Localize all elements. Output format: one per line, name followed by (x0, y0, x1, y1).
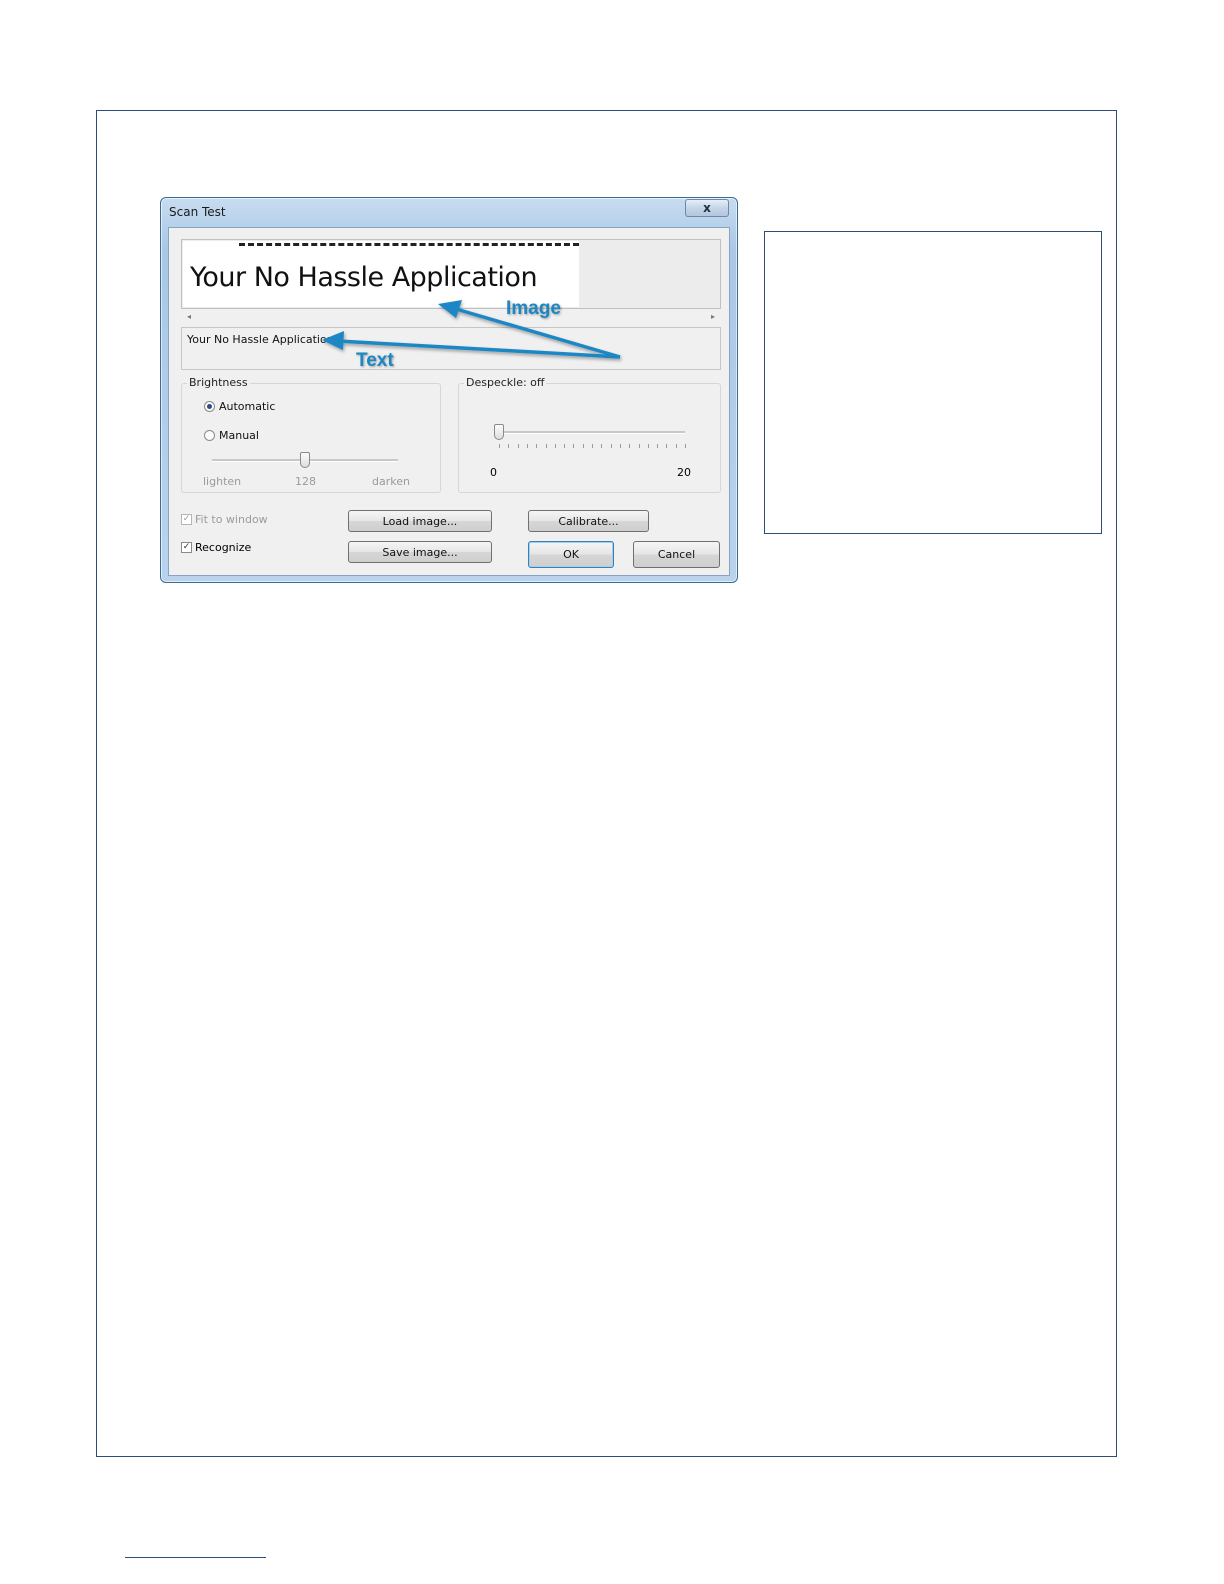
image-arrowhead (438, 300, 462, 318)
annotation-arrows (322, 300, 621, 359)
image-annotation: Image (506, 298, 561, 319)
text-annotation: Text (356, 350, 394, 371)
text-arrowhead (322, 331, 344, 350)
